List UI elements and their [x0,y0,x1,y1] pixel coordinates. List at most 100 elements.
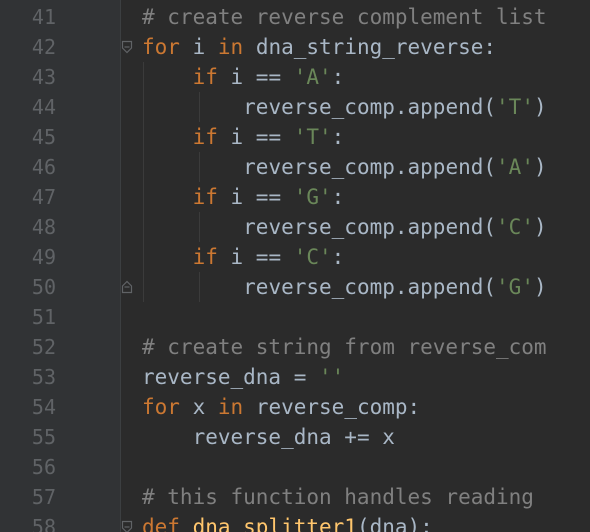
code-text[interactable]: def dna_splitter1(dna): [142,512,433,532]
code-text[interactable]: if i == 'T': [142,122,345,152]
code-token: dna_string_reverse: [243,35,497,59]
code-token: reverse_comp.append( [243,95,497,119]
code-text[interactable]: # this function handles reading [142,482,534,512]
code-token: dna_splitter1 [192,515,357,532]
code-token: i == [217,185,294,209]
code-line[interactable]: 56 [0,452,590,482]
code-token: 'G' [293,185,332,209]
code-text[interactable]: # create string from reverse_com [142,332,547,362]
code-line[interactable]: 45 if i == 'T': [0,122,590,152]
code-token: reverse_comp.append( [243,275,497,299]
line-number: 46 [31,155,56,179]
code-token: '' [319,365,345,389]
line-number: 44 [31,95,56,119]
fold-open-icon[interactable] [121,40,133,54]
code-token: # create string from reverse_com [142,335,547,359]
line-number: 47 [31,185,56,209]
code-line[interactable]: 50 reverse_comp.append('G') [0,272,590,302]
code-line[interactable]: 46 reverse_comp.append('A') [0,152,590,182]
code-text[interactable]: reverse_comp.append('T') [142,92,547,122]
code-token: 'T' [293,125,332,149]
code-token: for [142,395,180,419]
line-number: 41 [31,5,56,29]
code-token: i [179,35,218,59]
code-line[interactable]: 54 for x in reverse_comp: [0,392,590,422]
code-line[interactable]: 48 reverse_comp.append('C') [0,212,590,242]
code-line[interactable]: 42 for i in dna_string_reverse: [0,32,590,62]
line-number: 58 [31,515,56,532]
code-text[interactable]: reverse_dna += x [142,422,395,452]
code-text[interactable]: reverse_comp.append('G') [142,272,547,302]
code-token: reverse_dna += x [192,425,395,449]
line-number: 52 [31,335,56,359]
code-line[interactable]: 52 # create string from reverse_com [0,332,590,362]
code-token: reverse_dna = [142,365,320,389]
code-token: def [142,515,180,532]
code-token: 'C' [293,245,332,269]
code-token: if [192,245,218,269]
line-number: 45 [31,125,56,149]
code-token: x [179,395,218,419]
code-token: i == [217,125,294,149]
code-token: ) [533,275,547,299]
line-number: 55 [31,425,56,449]
code-text[interactable]: reverse_dna = '' [142,362,344,392]
code-text[interactable]: for i in dna_string_reverse: [142,32,496,62]
code-lines[interactable]: 41 # create reverse complement list 42 for … [0,2,590,532]
line-number: 50 [31,275,56,299]
code-token: 'A' [293,65,332,89]
code-line[interactable]: 51 [0,302,590,332]
code-token: in [217,35,244,59]
code-line[interactable]: 53 reverse_dna = '' [0,362,590,392]
code-token: : [331,125,345,149]
code-token: (dna): [356,515,433,532]
code-editor[interactable]: 41 # create reverse complement list 42 for … [0,0,590,532]
code-text[interactable]: # create reverse complement list [142,2,547,32]
code-token: i == [217,65,294,89]
code-token: 'C' [496,215,534,239]
code-token: 'T' [496,95,534,119]
line-number: 42 [31,35,56,59]
code-token: if [192,185,218,209]
line-number: 49 [31,245,56,269]
fold-open-icon[interactable] [121,520,133,532]
code-token: reverse_comp: [243,395,421,419]
code-line[interactable]: 47 if i == 'G': [0,182,590,212]
code-line[interactable]: 41 # create reverse complement list [0,2,590,32]
code-text[interactable]: for x in reverse_comp: [142,392,420,422]
code-text[interactable]: if i == 'A': [142,62,345,92]
code-token: reverse_comp.append( [243,155,497,179]
code-line[interactable]: 44 reverse_comp.append('T') [0,92,590,122]
code-text[interactable]: if i == 'C': [142,242,345,272]
line-number: 53 [31,365,56,389]
code-token: # this function handles reading [142,485,534,509]
line-number: 51 [31,305,56,329]
code-text[interactable]: reverse_comp.append('A') [142,152,547,182]
fold-close-icon[interactable] [121,280,133,294]
code-token: in [217,395,244,419]
code-token: ) [533,155,547,179]
code-token: : [331,245,345,269]
line-number: 43 [31,65,56,89]
code-line[interactable]: 49 if i == 'C': [0,242,590,272]
code-line[interactable]: 58 def dna_splitter1(dna): [0,512,590,532]
code-token: 'G' [496,275,534,299]
code-token: ) [533,95,547,119]
code-token: : [331,185,345,209]
code-token: for [142,35,180,59]
code-line[interactable]: 55 reverse_dna += x [0,422,590,452]
code-line[interactable]: 57 # this function handles reading [0,482,590,512]
code-text[interactable]: if i == 'G': [142,182,345,212]
line-number: 54 [31,395,56,419]
code-text[interactable]: reverse_comp.append('C') [142,212,546,242]
code-line[interactable]: 43 if i == 'A': [0,62,590,92]
